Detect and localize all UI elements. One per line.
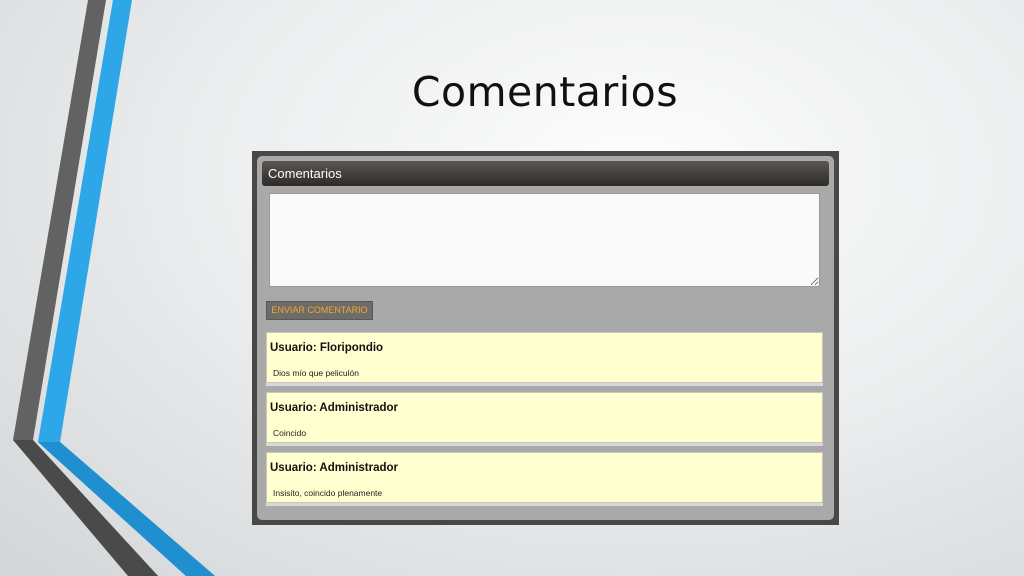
comment-list: Usuario: Floripondio Dios mío que pelicu… (266, 332, 823, 512)
comment-user: Usuario: Administrador (270, 402, 399, 414)
comment-textarea[interactable] (269, 193, 820, 287)
comments-app-screenshot: Comentarios ENVIAR COMENTARIO Usuario: F… (252, 151, 839, 525)
panel-header: Comentarios (262, 161, 829, 186)
slide-title: Comentarios (411, 68, 679, 116)
comment-item: Usuario: Administrador Insisito, coincid… (266, 452, 823, 503)
comment-text: Coincido (273, 428, 307, 438)
comment-user: Usuario: Administrador (270, 462, 399, 474)
comment-text: Insisito, coincido plenamente (273, 488, 383, 498)
comment-item: Usuario: Administrador Coincido (266, 392, 823, 443)
comment-user: Usuario: Floripondio (270, 342, 384, 354)
comment-item: Usuario: Floripondio Dios mío que pelicu… (266, 332, 823, 383)
comments-panel: Comentarios ENVIAR COMENTARIO Usuario: F… (257, 156, 834, 520)
comment-text: Dios mío que peliculón (273, 368, 359, 378)
send-comment-button[interactable]: ENVIAR COMENTARIO (266, 301, 373, 320)
